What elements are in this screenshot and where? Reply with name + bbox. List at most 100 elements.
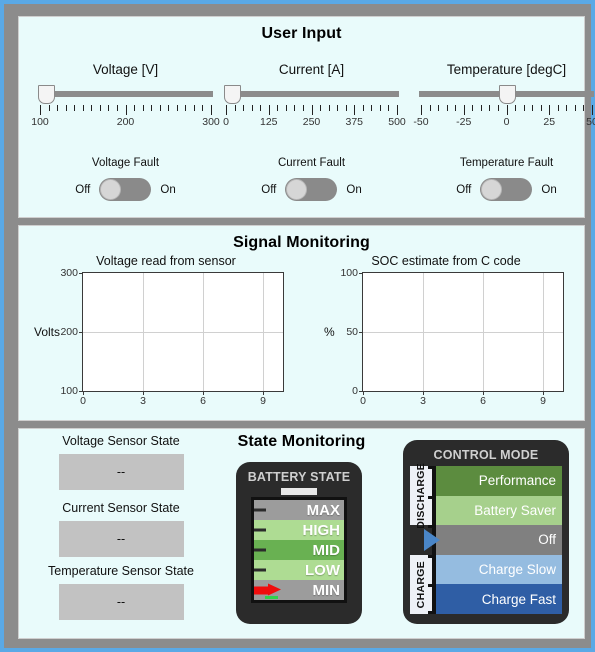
control-mode-option-label: Off — [538, 532, 556, 548]
temperature-fault-label: Temperature Fault — [459, 157, 554, 169]
slider-tick — [234, 105, 236, 111]
control-mode-option-charge-slow[interactable]: Charge Slow — [428, 554, 562, 585]
voltage-fault-label: Voltage Fault — [91, 157, 160, 169]
slider-tick-label: 375 — [345, 116, 364, 128]
battery-level-notch — [254, 588, 266, 592]
battery-level-label: MIN — [312, 581, 341, 599]
plot-xtick-label: 0 — [360, 395, 366, 407]
voltage-slider[interactable] — [38, 85, 213, 104]
battery-level-max[interactable]: MAX — [254, 500, 344, 520]
slider-tick-label: 0 — [503, 116, 510, 128]
control-mode-option-performance[interactable]: Performance — [428, 466, 562, 496]
battery-level-mid[interactable]: MID — [254, 540, 344, 560]
current-slider-thumb[interactable] — [224, 85, 241, 104]
slider-tick — [168, 105, 170, 111]
current-fault-toggle[interactable] — [285, 178, 338, 201]
temperature-fault-on-label: On — [541, 183, 557, 196]
slider-tick — [82, 105, 84, 111]
battery-level-notch — [254, 548, 266, 552]
slider-tick-label: 125 — [259, 116, 278, 128]
slider-tick — [354, 105, 356, 115]
control-mode-option-off[interactable]: Off — [424, 525, 562, 555]
plot-gridline — [363, 332, 563, 333]
voltage-plot-title: Voltage read from sensor — [96, 254, 236, 268]
voltage-slider-track[interactable] — [38, 91, 213, 97]
slider-tick — [497, 105, 499, 111]
voltage-fault-off-label: Off — [75, 183, 91, 196]
soc-plot-ylabel: % — [324, 325, 335, 339]
temperature-fault-toggle[interactable] — [480, 178, 533, 201]
slider-tick-label: 300 — [202, 116, 220, 128]
slider-tick — [99, 105, 101, 111]
slider-tick — [429, 105, 431, 111]
slider-tick — [388, 105, 390, 111]
slider-tick-label: -50 — [413, 116, 429, 128]
temperature-fault-toggle-knob[interactable] — [481, 179, 503, 200]
slider-tick — [243, 105, 245, 111]
control-mode-pointer-icon — [424, 528, 440, 551]
battery-state-title: BATTERY STATE — [247, 470, 351, 484]
slider-tick — [277, 105, 279, 111]
control-mode-notch — [428, 525, 436, 529]
slider-tick — [362, 105, 364, 111]
slider-tick-label: 25 — [543, 116, 556, 128]
current-sensor-state: Current Sensor State -- — [26, 501, 216, 557]
slider-tick — [159, 105, 161, 111]
voltage-plot: Voltage read from sensor Volts 0 3 6 9 100 20… — [34, 254, 284, 409]
plot-ytick-label: 0 — [352, 385, 358, 397]
battery-level-notch — [254, 528, 266, 532]
slider-tick — [489, 105, 491, 111]
slider-tick — [176, 105, 178, 111]
battery-level-label: MAX — [306, 501, 340, 519]
plot-ytick-mark — [359, 273, 363, 274]
temperature-slider-thumb[interactable] — [499, 85, 516, 104]
slider-tick — [455, 105, 457, 111]
battery-level-label: MID — [312, 541, 341, 559]
slider-tick — [48, 105, 50, 111]
slider-tick — [345, 105, 347, 111]
slider-tick — [116, 105, 118, 111]
slider-tick — [557, 105, 559, 111]
current-fault-toggle-knob[interactable] — [286, 179, 308, 200]
temperature-sensor-state-value: -- — [58, 584, 184, 620]
slider-tick — [125, 105, 127, 115]
slider-tick — [142, 105, 144, 111]
battery-level-label: LOW — [305, 561, 340, 579]
battery-level-low[interactable]: LOW — [254, 560, 344, 580]
plot-xtick-label: 9 — [540, 395, 546, 407]
slider-tick — [515, 105, 517, 111]
slider-tick — [472, 105, 474, 111]
control-mode-option-label: Battery Saver — [474, 502, 556, 518]
control-mode-option-charge-fast[interactable]: Charge Fast — [428, 584, 562, 614]
temperature-slider-ruler — [419, 105, 594, 115]
current-slider-ticklabels: 0 125 250 375 500 — [223, 116, 406, 130]
plot-xtick-label: 3 — [140, 395, 146, 407]
battery-body: MAX HIGH MID LOW MIN — [251, 497, 347, 603]
slider-tick — [480, 105, 482, 111]
voltage-plot-ylabel: Volts — [34, 325, 61, 339]
voltage-fault-toggle-knob[interactable] — [100, 179, 122, 200]
current-fault-on-label: On — [346, 183, 362, 196]
slider-tick — [523, 105, 525, 111]
plot-xtick-label: 3 — [420, 395, 426, 407]
current-slider-group: Current [A] 0 125 250 375 500 — [223, 62, 406, 130]
current-slider[interactable] — [224, 85, 399, 104]
soc-plot-area: 0 3 6 9 0 50 100 — [340, 267, 564, 407]
control-mode-option-battery-saver[interactable]: Battery Saver — [428, 495, 562, 526]
slider-tick — [506, 105, 508, 115]
control-mode-option-label: Charge Slow — [478, 562, 556, 578]
current-slider-track[interactable] — [224, 91, 399, 97]
slider-tick-label: 250 — [302, 116, 321, 128]
control-mode-option-label: Performance — [478, 473, 556, 489]
plot-gridline — [83, 332, 283, 333]
soc-plot-title: SOC estimate from C code — [371, 254, 521, 268]
slider-tick — [311, 105, 313, 115]
voltage-fault-toggle[interactable] — [99, 178, 152, 201]
user-input-title: User Input — [261, 25, 342, 42]
current-sensor-state-value: -- — [58, 521, 184, 557]
voltage-slider-thumb[interactable] — [38, 85, 55, 104]
battery-min-indicator — [265, 596, 278, 599]
battery-level-label: HIGH — [302, 521, 341, 539]
temperature-slider[interactable] — [419, 85, 594, 104]
battery-level-high[interactable]: HIGH — [254, 520, 344, 540]
